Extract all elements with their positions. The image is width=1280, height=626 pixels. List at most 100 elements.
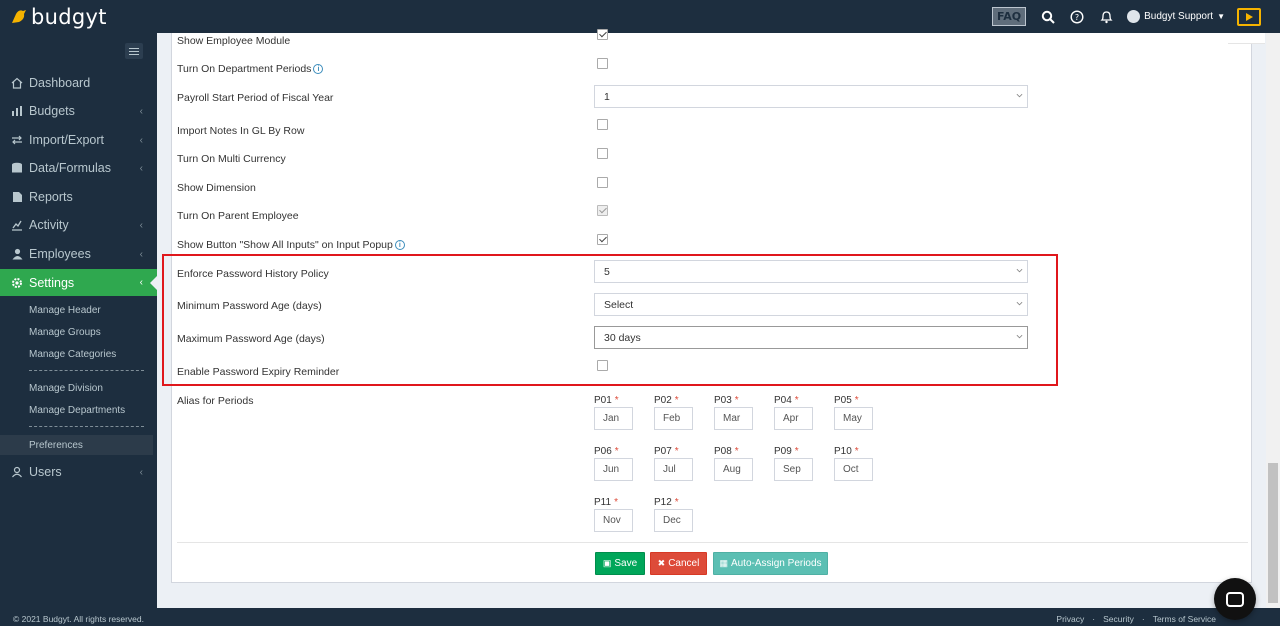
period-alias-input-p07[interactable]: Jul <box>654 458 693 481</box>
sidebar-subitem-preferences[interactable]: Preferences <box>0 435 153 455</box>
show-all-inputs-checkbox[interactable] <box>597 234 608 245</box>
panel-corner <box>1228 33 1265 44</box>
sidebar-subitem-manage-groups[interactable]: Manage Groups <box>0 322 153 342</box>
sidebar-item-label: Dashboard <box>29 76 91 90</box>
pref-label-min-password-age: Minimum Password Age (days) <box>177 300 322 312</box>
sidebar-subitem-manage-header[interactable]: Manage Header <box>0 300 153 320</box>
sidebar-item-import-export[interactable]: Import/Export ‹ <box>0 126 157 154</box>
period-label-p02: P02 * <box>654 395 679 406</box>
period-alias-input-p05[interactable]: May <box>834 407 873 430</box>
sidebar-subitem-manage-division[interactable]: Manage Division <box>0 378 153 398</box>
max-password-age-value: 30 days <box>604 331 641 344</box>
chevron-down-icon <box>1016 268 1023 273</box>
chat-bubble-icon <box>1226 591 1244 607</box>
save-button[interactable]: ▣ Save <box>595 552 645 575</box>
brand-logo[interactable]: budgyt <box>10 5 107 29</box>
period-alias-input-p12[interactable]: Dec <box>654 509 693 532</box>
sidebar-toggle-button[interactable] <box>125 43 143 59</box>
period-alias-input-p04[interactable]: Apr <box>774 407 813 430</box>
bell-icon[interactable] <box>1098 9 1114 25</box>
period-label-p11: P11 * <box>594 497 618 508</box>
user-menu[interactable]: Budgyt Support ▼ <box>1127 10 1225 23</box>
scrollbar-thumb[interactable] <box>1268 463 1278 603</box>
sidebar-subitem-manage-categories[interactable]: Manage Categories <box>0 344 153 364</box>
pref-label-parent-employee: Turn On Parent Employee <box>177 210 299 222</box>
min-password-age-select[interactable]: Select <box>594 293 1028 316</box>
sidebar-item-activity[interactable]: Activity ‹ <box>0 211 157 239</box>
period-alias-input-p11[interactable]: Nov <box>594 509 633 532</box>
period-alias-input-p02[interactable]: Feb <box>654 407 693 430</box>
user-name: Budgyt Support <box>1144 11 1214 22</box>
chevron-left-icon: ‹ <box>139 162 143 174</box>
avatar <box>1127 10 1141 23</box>
payroll-start-select[interactable]: 1 <box>594 85 1028 108</box>
pref-label-show-employee-module: Show Employee Module <box>177 35 291 47</box>
sidebar-item-label: Data/Formulas <box>29 161 111 175</box>
footer-link-privacy[interactable]: Privacy <box>1056 614 1084 624</box>
sidebar-item-label: Import/Export <box>29 133 105 147</box>
period-label-p12: P12 * <box>654 497 679 508</box>
import-notes-checkbox[interactable] <box>597 119 608 130</box>
pref-label-alias-periods: Alias for Periods <box>177 395 254 407</box>
sidebar-item-label: Budgets <box>29 104 75 118</box>
activity-icon <box>11 219 23 231</box>
info-icon[interactable]: i <box>313 64 324 75</box>
sidebar-item-label: Users <box>29 465 62 479</box>
show-employee-module-checkbox[interactable] <box>597 29 608 40</box>
chat-widget-button[interactable] <box>1214 578 1256 620</box>
period-label-p04: P04 * <box>774 395 799 406</box>
footer-link-terms[interactable]: Terms of Service <box>1153 614 1216 624</box>
help-icon[interactable]: ? <box>1069 9 1085 25</box>
period-label-p05: P05 * <box>834 395 859 406</box>
pref-label-multi-currency: Turn On Multi Currency <box>177 153 286 165</box>
sidebar-item-reports[interactable]: Reports <box>0 183 157 211</box>
sidebar-item-users[interactable]: Users ‹ <box>0 458 157 486</box>
info-icon[interactable]: i <box>394 240 405 251</box>
period-alias-input-p01[interactable]: Jan <box>594 407 633 430</box>
parent-employee-checkbox <box>597 205 608 216</box>
sidebar-item-employees[interactable]: Employees ‹ <box>0 240 157 268</box>
sidebar-item-settings[interactable]: Settings ‹ <box>0 269 157 296</box>
chevron-left-icon: ‹ <box>139 219 143 231</box>
sidebar-item-budgets[interactable]: Budgets ‹ <box>0 97 157 125</box>
sidebar: Dashboard Budgets ‹ Import/Export ‹ Data… <box>0 33 157 626</box>
floppy-disk-icon: ▣ <box>602 558 612 568</box>
chevron-left-icon: ‹ <box>139 134 143 146</box>
pref-label-max-password-age: Maximum Password Age (days) <box>177 333 325 345</box>
sidebar-item-data-formulas[interactable]: Data/Formulas ‹ <box>0 154 157 182</box>
period-alias-input-p08[interactable]: Aug <box>714 458 753 481</box>
sidebar-item-dashboard[interactable]: Dashboard <box>0 69 157 97</box>
period-alias-input-p09[interactable]: Sep <box>774 458 813 481</box>
faq-button[interactable]: FAQ <box>992 7 1027 26</box>
period-alias-input-p10[interactable]: Oct <box>834 458 873 481</box>
period-label-p07: P07 * <box>654 446 679 457</box>
footer-link-security[interactable]: Security <box>1103 614 1134 624</box>
sidebar-separator <box>29 426 144 427</box>
show-dimension-checkbox[interactable] <box>597 177 608 188</box>
period-alias-input-p06[interactable]: Jun <box>594 458 633 481</box>
auto-assign-periods-button[interactable]: ▦ Auto-Assign Periods <box>713 552 828 575</box>
max-password-age-select[interactable]: 30 days <box>594 326 1028 349</box>
department-periods-checkbox[interactable] <box>597 58 608 69</box>
video-tutorial-icon[interactable] <box>1237 7 1261 26</box>
home-icon <box>11 77 23 89</box>
budgyt-bird-icon <box>12 10 26 23</box>
pref-label-payroll-start: Payroll Start Period of Fiscal Year <box>177 92 334 104</box>
period-label-p09: P09 * <box>774 446 799 457</box>
database-icon <box>11 162 23 174</box>
search-icon[interactable] <box>1040 9 1056 25</box>
sidebar-subitem-manage-departments[interactable]: Manage Departments <box>0 400 153 420</box>
period-label-p06: P06 * <box>594 446 619 457</box>
cancel-button[interactable]: ✖ Cancel <box>650 552 707 575</box>
period-label-p03: P03 * <box>714 395 739 406</box>
sidebar-item-label: Activity <box>29 218 69 232</box>
period-label-p08: P08 * <box>714 446 739 457</box>
expiry-reminder-checkbox[interactable] <box>597 360 608 371</box>
top-navbar: budgyt FAQ ? Budgyt Support ▼ <box>0 0 1280 33</box>
chevron-down-icon <box>1016 301 1023 306</box>
period-alias-input-p03[interactable]: Mar <box>714 407 753 430</box>
password-history-select[interactable]: 5 <box>594 260 1028 283</box>
payroll-start-value: 1 <box>604 90 610 103</box>
multi-currency-checkbox[interactable] <box>597 148 608 159</box>
pref-label-import-notes: Import Notes In GL By Row <box>177 125 305 137</box>
